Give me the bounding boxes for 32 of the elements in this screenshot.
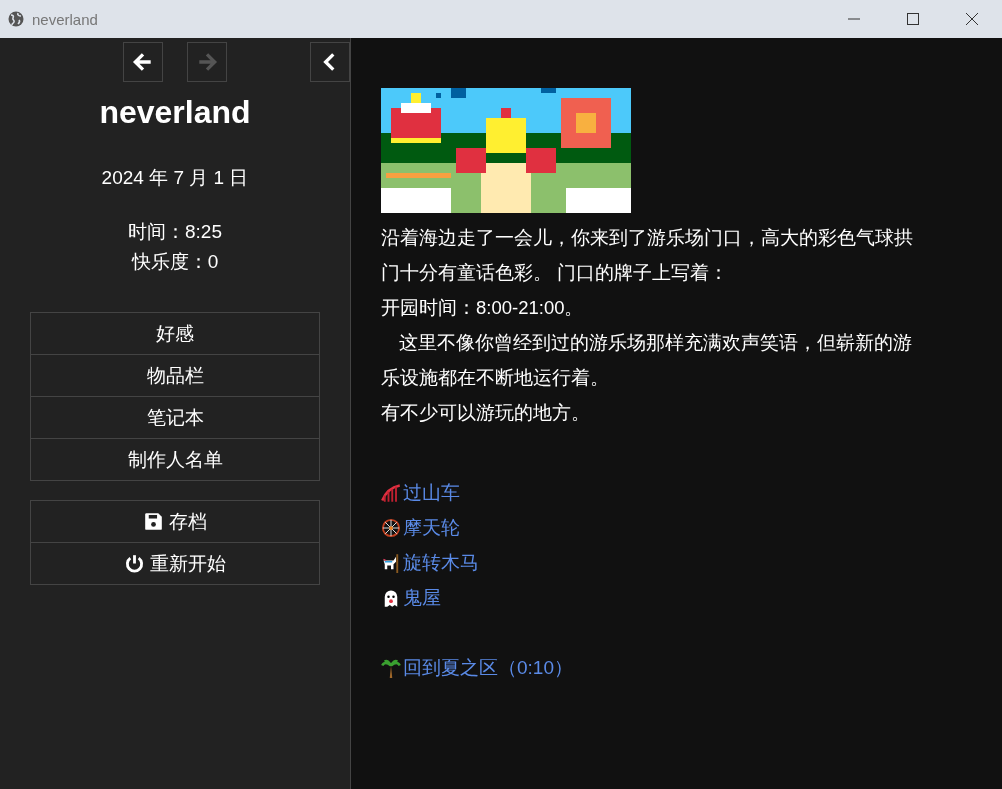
date-text: 2024 年 7 月 1 日 xyxy=(101,166,249,190)
close-icon[interactable] xyxy=(966,13,978,25)
ferris-wheel-icon xyxy=(381,517,401,538)
story-paragraph: 开园时间：8:00-21:00。 xyxy=(381,296,585,320)
roller-coaster-icon xyxy=(381,482,401,503)
menu-button[interactable]: 好感 xyxy=(30,312,320,355)
arrow-right-icon xyxy=(196,51,218,73)
globe-icon xyxy=(8,11,24,27)
story-paragraph: 这里不像你曾经到过的游乐场那样充满欢声笑语，但崭新的游乐设施都在不断地运行着。 xyxy=(381,331,913,390)
story-paragraph: 有不少可以游玩的地方。 xyxy=(381,401,591,425)
attraction-link[interactable]: 旋转木马 xyxy=(403,549,479,576)
story-paragraph: 沿着海边走了一会儿，你来到了游乐场门口，高大的彩色气球拱门十分有童话色彩。 门口的牌子上写着： xyxy=(381,226,914,285)
stat-text: 时间：8:25 xyxy=(128,220,222,244)
maximize-icon[interactable] xyxy=(907,13,919,25)
power-icon xyxy=(124,554,144,573)
restart-button[interactable]: 重新开始 xyxy=(30,542,320,585)
stat-text: 快乐度：0 xyxy=(131,250,219,274)
menu-button[interactable]: 笔记本 xyxy=(30,396,320,439)
attraction-link[interactable]: 鬼屋 xyxy=(403,584,441,611)
attraction-link[interactable]: 摩天轮 xyxy=(403,514,460,541)
window-title: neverland xyxy=(32,10,98,28)
return-link[interactable]: 回到夏之区（0:10） xyxy=(403,654,573,681)
menu-button[interactable]: 物品栏 xyxy=(30,354,320,397)
palm-tree-icon xyxy=(381,657,401,678)
menu-button[interactable]: 制作人名单 xyxy=(30,438,320,481)
story-title: neverland xyxy=(99,94,251,131)
back-button[interactable] xyxy=(123,42,163,82)
save-button[interactable]: 存档 xyxy=(30,500,320,543)
arrow-left-icon xyxy=(132,51,154,73)
collapse-sidebar-button[interactable] xyxy=(310,42,350,82)
attraction-link[interactable]: 过山车 xyxy=(403,479,460,506)
carousel-horse-icon xyxy=(381,552,401,573)
